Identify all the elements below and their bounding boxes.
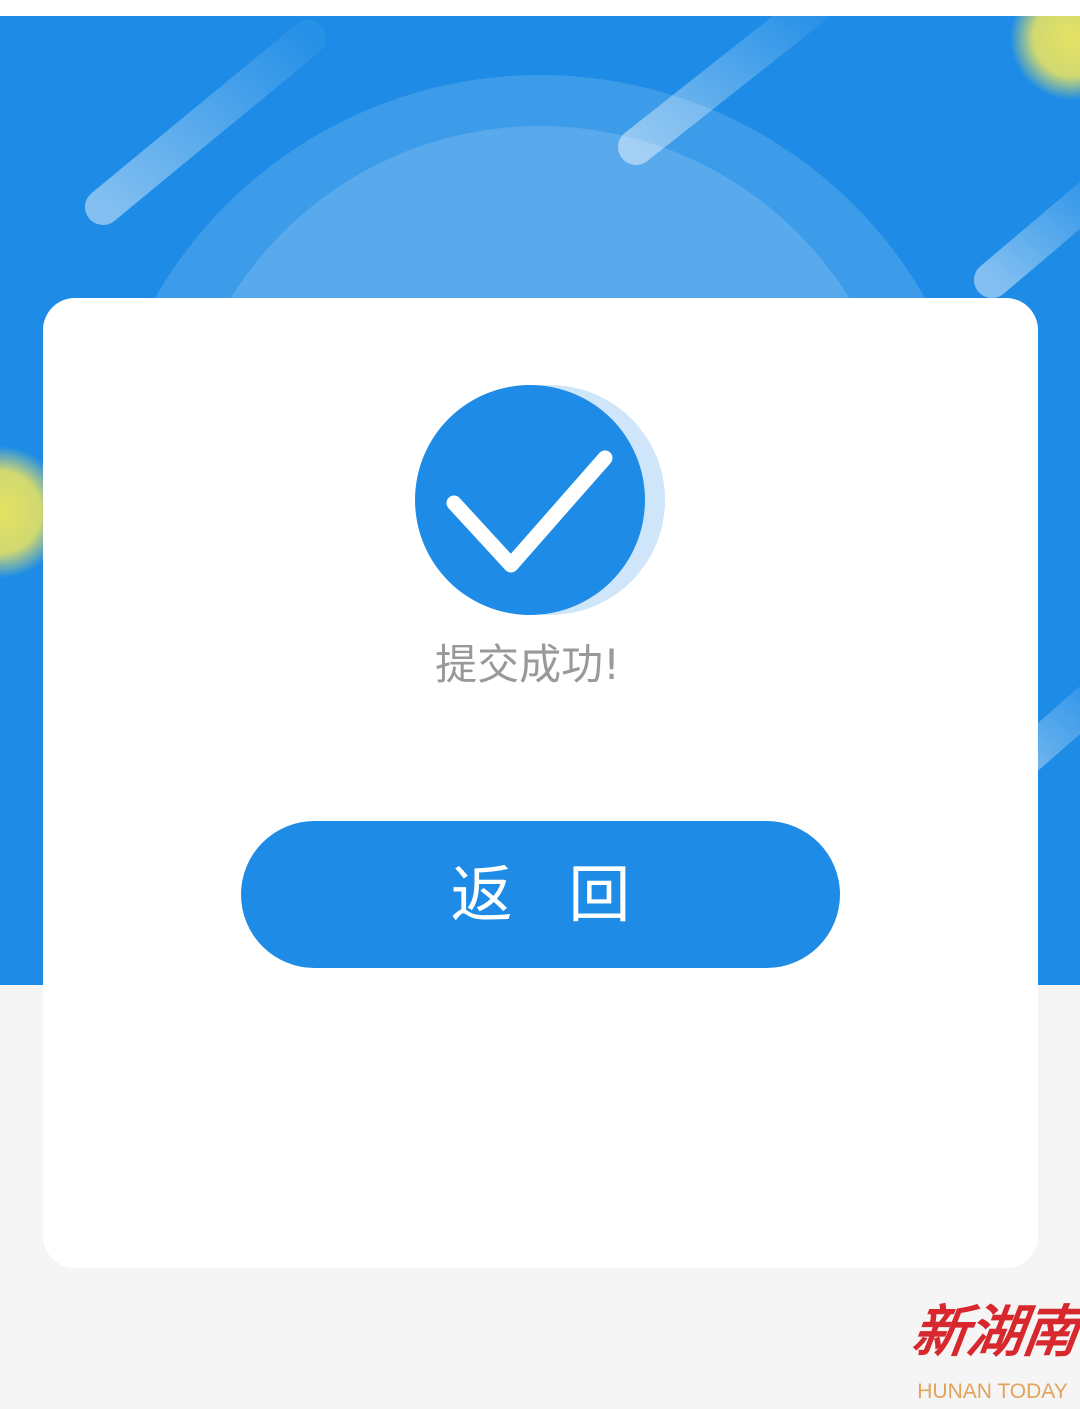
logo-text: 新湖南 [908, 1299, 1080, 1365]
logo-subtitle: HUNAN TODAY [917, 1380, 1068, 1403]
result-card: 提交成功! 返 回 [43, 298, 1038, 1268]
yellow-glow-top-right [1010, 16, 1080, 100]
brand-logo: 新湖南 HUNAN TODAY [900, 1294, 1080, 1406]
success-message: 提交成功! [435, 640, 620, 689]
check-circle-icon [415, 385, 665, 615]
back-button[interactable]: 返 回 [241, 821, 840, 968]
light-streak [974, 181, 1080, 298]
status-bar-strip [0, 0, 1080, 16]
